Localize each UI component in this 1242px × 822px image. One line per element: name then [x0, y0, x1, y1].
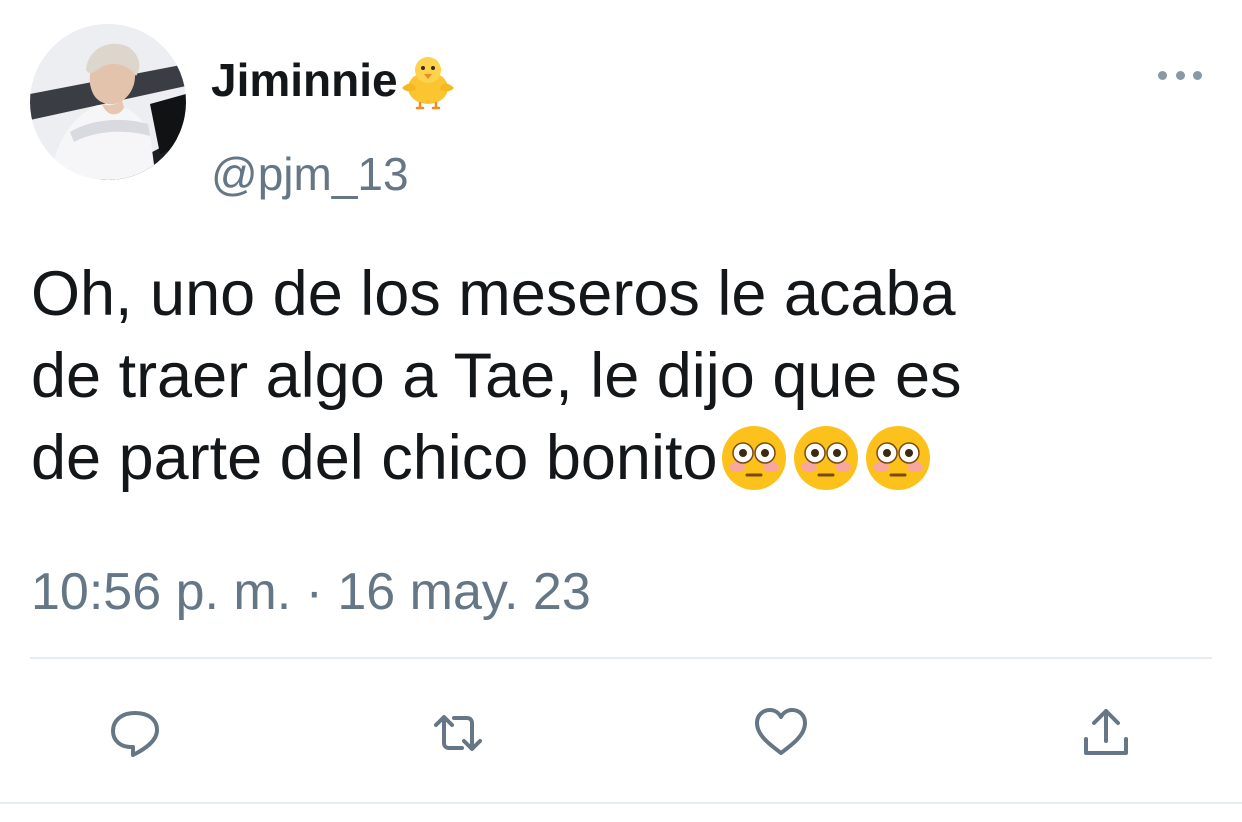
like-icon: [755, 708, 807, 755]
flushed-face-icon: [791, 423, 861, 493]
divider: [30, 657, 1212, 659]
tweet-text-line-content: de parte del chico bonito: [31, 423, 718, 493]
retweet-icon: [434, 715, 482, 751]
tweet-text-line: Oh, uno de los meseros le acaba: [31, 259, 956, 329]
more-dot: [1158, 70, 1167, 80]
user-handle[interactable]: @pjm_13: [211, 146, 409, 202]
baby-chick-icon: [400, 50, 456, 110]
avatar-photo: [30, 24, 186, 180]
share-button[interactable]: [1071, 698, 1141, 768]
more-options-button[interactable]: [1158, 60, 1202, 90]
reply-icon: [111, 711, 159, 757]
retweet-button[interactable]: [423, 698, 493, 768]
tweet-card: Jiminnie @pjm_13 Oh, uno de los meseros …: [0, 0, 1242, 822]
more-dot: [1175, 70, 1185, 80]
avatar[interactable]: [30, 24, 186, 180]
reply-button[interactable]: [100, 698, 170, 768]
display-name-text: Jiminnie: [211, 54, 398, 106]
tweet-text-line-last: de parte del chico bonito: [31, 417, 1211, 499]
share-icon: [1084, 709, 1128, 755]
display-name[interactable]: Jiminnie: [211, 50, 456, 110]
like-button[interactable]: [746, 698, 816, 768]
bottom-divider: [0, 802, 1242, 804]
tweet-text-line: de traer algo a Tae, le dijo que es: [31, 341, 962, 411]
tweet-text: Oh, uno de los meseros le acaba de traer…: [31, 253, 1211, 499]
tweet-timestamp[interactable]: 10:56 p. m. · 16 may. 23: [31, 560, 591, 624]
emoji-row: [719, 423, 935, 493]
more-dot: [1193, 70, 1202, 80]
flushed-face-icon: [719, 423, 789, 493]
flushed-face-icon: [863, 423, 933, 493]
